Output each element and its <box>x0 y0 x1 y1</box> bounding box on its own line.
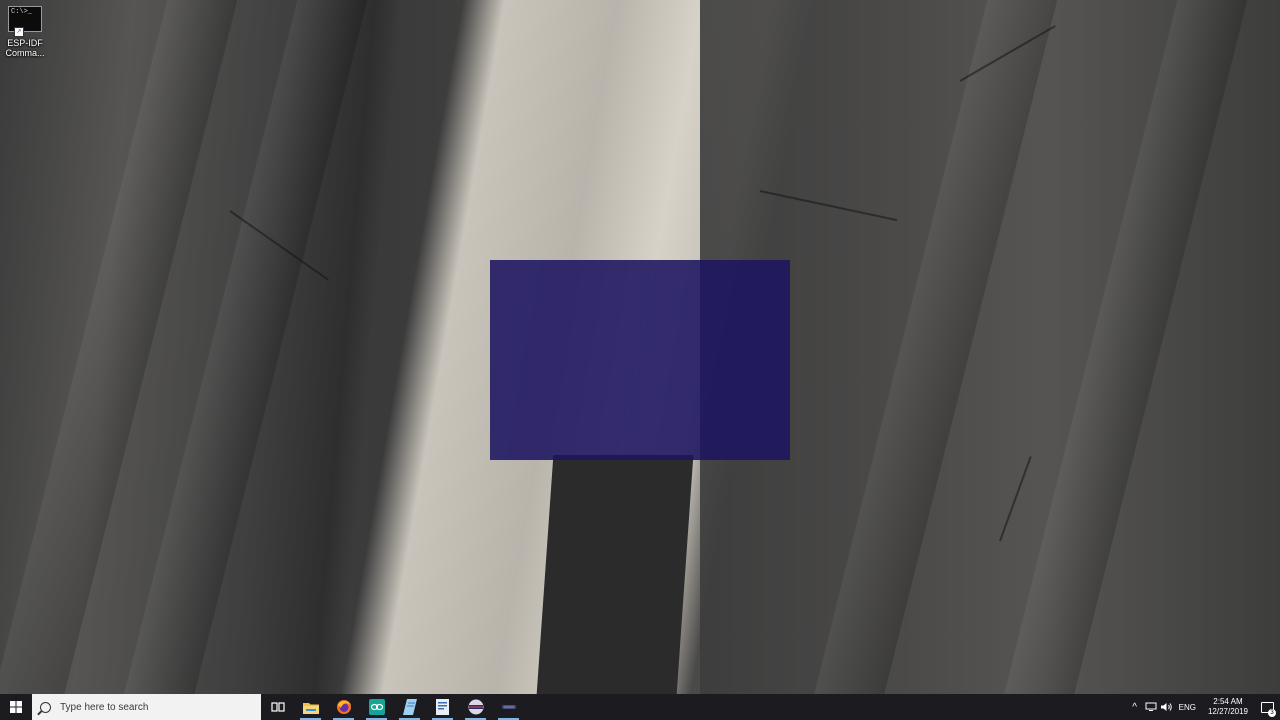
search-icon <box>40 701 51 713</box>
clock-date: 12/27/2019 <box>1207 707 1248 716</box>
esp-idf-app-icon <box>468 699 483 715</box>
speaker-icon <box>1160 703 1172 711</box>
notepad-icon <box>402 699 417 715</box>
clock[interactable]: 2:54 AM 12/27/2019 <box>1202 697 1254 717</box>
wallpaper-shadow <box>536 455 694 694</box>
desktop-icon-esp-idf-command[interactable]: C:\>_ ↗ ESP-IDF Comma... <box>4 6 46 58</box>
system-tray: ^ ENG 2:54 AM 12/27/2019 3 <box>1127 694 1280 720</box>
volume-button[interactable] <box>1159 694 1175 720</box>
taskbar-app-document[interactable] <box>426 694 459 720</box>
network-icon <box>1145 702 1157 711</box>
taskbar-search-box[interactable] <box>32 694 261 720</box>
clock-time: 2:54 AM <box>1213 697 1243 706</box>
document-icon <box>436 699 449 715</box>
task-view-button[interactable] <box>261 694 294 720</box>
windows-logo-icon <box>10 701 22 713</box>
start-button[interactable] <box>0 694 32 720</box>
desktop-icon-label: ESP-IDF Comma... <box>5 38 45 58</box>
taskbar-app-file-explorer[interactable] <box>294 694 327 720</box>
search-input[interactable] <box>60 701 240 713</box>
notification-count-badge: 3 <box>1268 709 1276 717</box>
command-prompt-icon: C:\>_ ↗ <box>8 6 42 37</box>
taskbar-app-esp-idf-2[interactable] <box>492 694 525 720</box>
input-language-indicator[interactable]: ENG <box>1175 703 1202 712</box>
taskbar: ^ ENG 2:54 AM 12/27/2019 3 <box>0 694 1280 720</box>
action-center-button[interactable]: 3 <box>1254 694 1280 720</box>
chevron-up-icon: ^ <box>1132 701 1137 713</box>
taskbar-app-arduino[interactable] <box>360 694 393 720</box>
arduino-icon <box>368 699 385 715</box>
network-button[interactable] <box>1143 694 1159 720</box>
task-view-icon <box>270 702 285 712</box>
overlay-rectangle <box>490 260 790 460</box>
taskbar-app-esp-idf[interactable] <box>459 694 492 720</box>
esp-idf-app-icon-2 <box>501 705 516 709</box>
file-explorer-icon <box>302 702 319 714</box>
taskbar-app-firefox[interactable] <box>327 694 360 720</box>
taskbar-app-notepad[interactable] <box>393 694 426 720</box>
shortcut-arrow-icon: ↗ <box>14 27 24 37</box>
firefox-icon <box>336 700 351 714</box>
show-hidden-icons-button[interactable]: ^ <box>1127 694 1143 720</box>
